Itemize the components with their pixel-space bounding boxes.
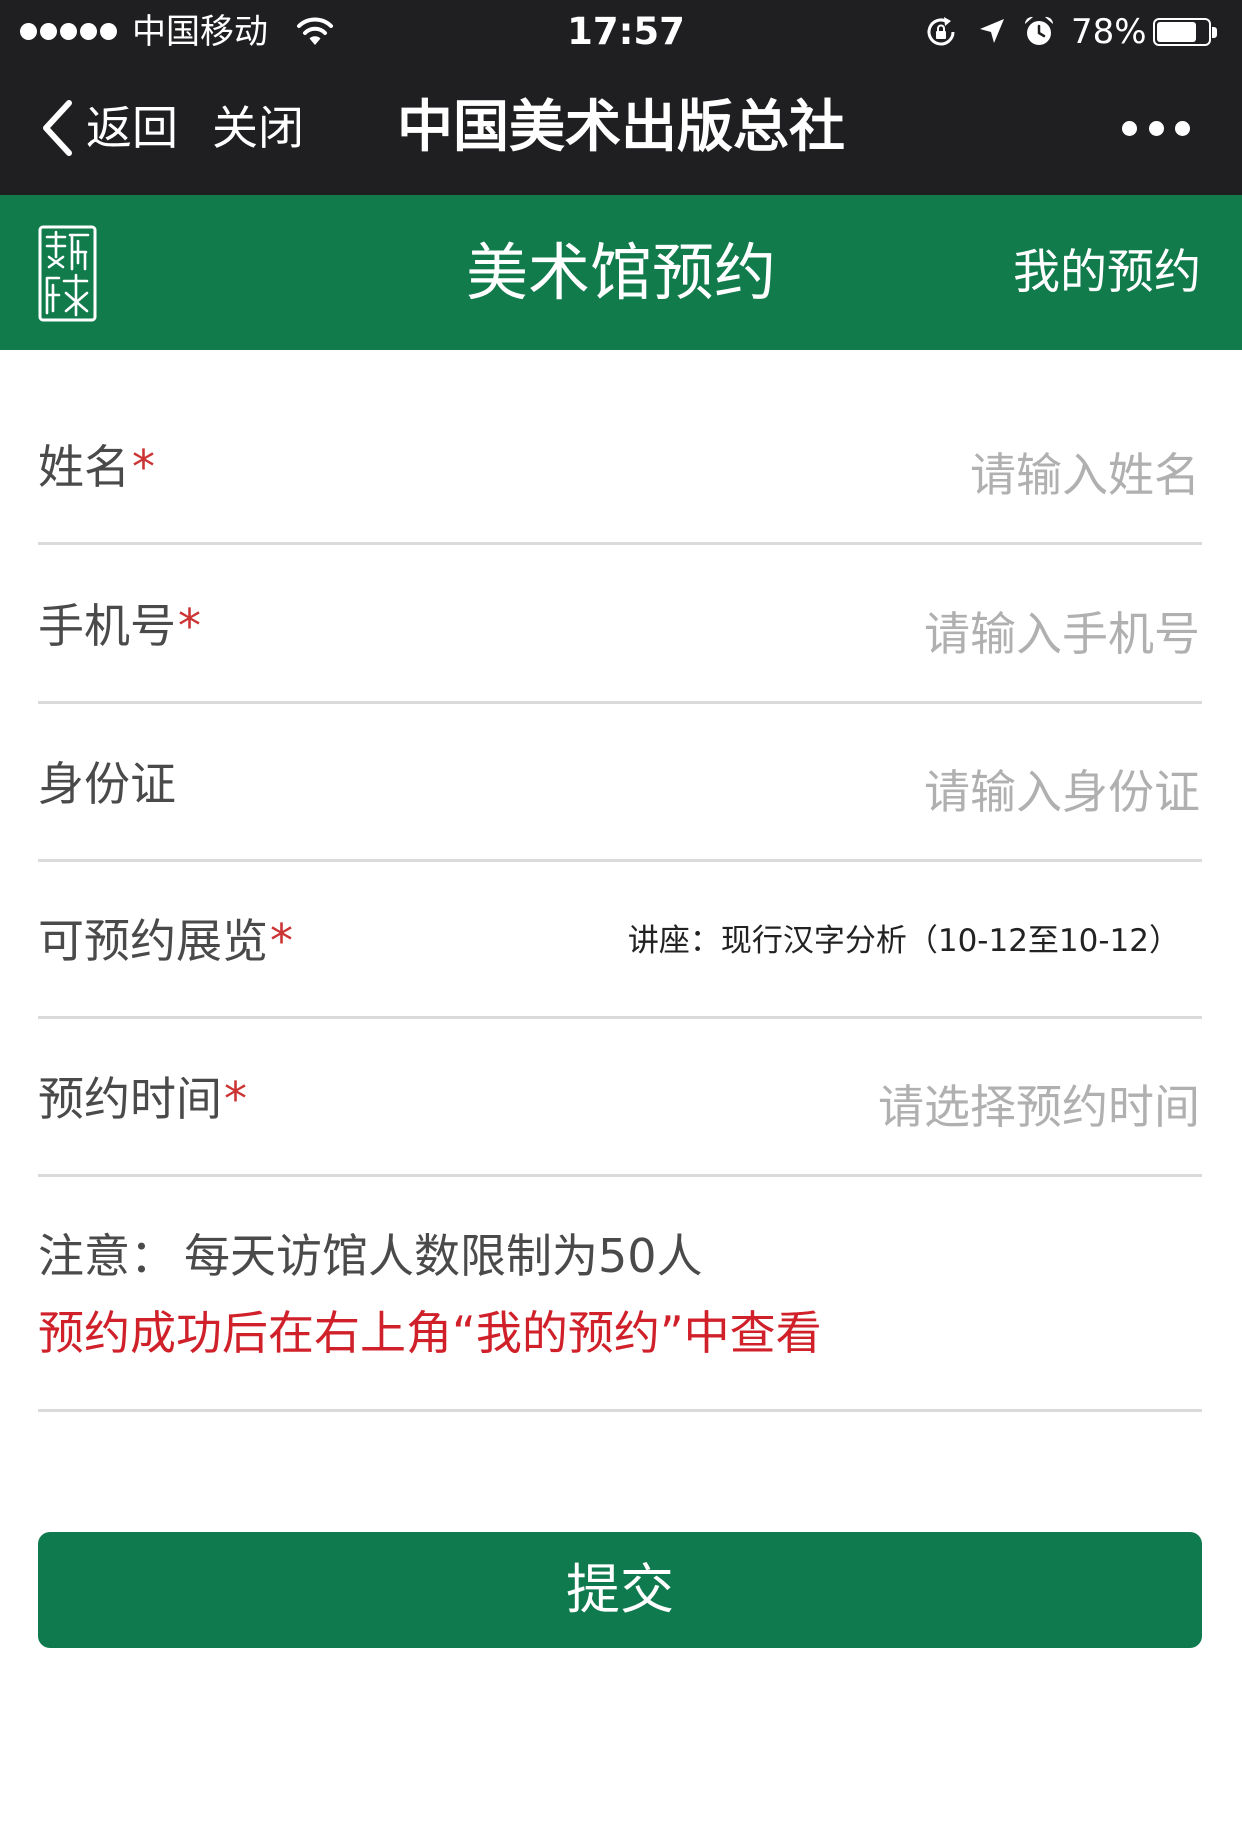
form-row-id-card: 身份证*	[38, 704, 1202, 862]
back-button[interactable]: 返回	[40, 96, 178, 160]
battery-fill	[1157, 22, 1196, 42]
alarm-clock-icon	[1024, 16, 1054, 45]
chevron-left-icon	[43, 100, 72, 156]
phone-input[interactable]	[440, 604, 1200, 664]
my-bookings-link[interactable]: 我的预约	[1013, 195, 1201, 350]
page-title: 美术馆预约	[465, 236, 776, 309]
required-mark: *	[132, 440, 155, 494]
battery-percent: 78%	[1071, 12, 1147, 52]
field-label-text: 可预约展览	[38, 914, 268, 968]
time-picker-input[interactable]	[440, 1077, 1200, 1137]
submit-button[interactable]: 提交	[38, 1532, 1202, 1648]
battery-icon	[1153, 18, 1211, 46]
booking-page: 中国移动 17:57 78% 返回 关闭 中国美术出版总社 美术馆预约 我的预约…	[0, 0, 1242, 1828]
signal-dot	[40, 23, 57, 40]
form-row-phone: 手机号*	[38, 546, 1202, 704]
name-input[interactable]	[440, 445, 1200, 505]
field-label: 姓名*	[38, 437, 155, 497]
field-label-text: 姓名	[38, 440, 130, 494]
seal-logo-icon	[38, 225, 97, 322]
signal-dot	[60, 23, 77, 40]
more-button[interactable]	[1118, 114, 1194, 142]
form-row-name: 姓名*	[38, 387, 1202, 545]
field-label-text: 手机号	[38, 599, 176, 653]
more-dots-icon	[1175, 120, 1190, 136]
id-card-input[interactable]	[440, 762, 1200, 822]
top-bar: 中国移动 17:57 78% 返回 关闭 中国美术出版总社	[0, 0, 1242, 195]
field-label: 可预约展览*	[38, 911, 293, 971]
status-time: 17:57	[567, 10, 685, 53]
notice-line: 注意： 每天访馆人数限制为50人	[38, 1226, 703, 1286]
back-label: 返回	[86, 101, 178, 155]
signal-dot	[100, 23, 117, 40]
exhibition-select[interactable]: 讲座：现行汉字分析（10-12至10-12）	[628, 911, 1180, 971]
nav-title: 中国美术出版总社	[397, 95, 845, 160]
field-label: 手机号*	[38, 596, 201, 656]
field-label-text: 身份证	[38, 757, 176, 811]
required-mark: *	[178, 599, 201, 653]
form-row-time: 预约时间*	[38, 1019, 1202, 1177]
status-bar: 中国移动 17:57 78%	[0, 0, 1242, 64]
more-dots-icon	[1148, 120, 1164, 136]
form-row-exhibition: 可预约展览* 讲座：现行汉字分析（10-12至10-12）	[38, 861, 1202, 1019]
wifi-icon	[297, 17, 333, 45]
notice-block: 注意： 每天访馆人数限制为50人 预约成功后在右上角“我的预约”中查看	[38, 1177, 1202, 1412]
required-mark: *	[270, 914, 293, 968]
required-mark: *	[224, 1072, 247, 1126]
more-dots-icon	[1122, 120, 1137, 136]
carrier-name: 中国移动	[132, 12, 268, 52]
notice-text: 每天访馆人数限制为50人	[184, 1229, 703, 1283]
field-label: 身份证*	[38, 754, 176, 814]
rotation-lock-icon	[927, 17, 955, 46]
close-button[interactable]: 关闭	[212, 96, 304, 160]
battery-nub	[1212, 27, 1217, 38]
notice-label: 注意：	[38, 1229, 176, 1283]
field-label: 预约时间*	[38, 1069, 247, 1129]
signal-dot	[20, 23, 37, 40]
field-label-text: 预约时间	[38, 1072, 222, 1126]
notice-highlight: 预约成功后在右上角“我的预约”中查看	[38, 1306, 822, 1360]
signal-dot	[80, 23, 97, 40]
location-arrow-icon	[980, 19, 1004, 43]
signal-strength	[20, 23, 117, 41]
nav-bar: 返回 关闭 中国美术出版总社	[0, 64, 1242, 195]
page-header: 美术馆预约 我的预约	[0, 195, 1242, 350]
